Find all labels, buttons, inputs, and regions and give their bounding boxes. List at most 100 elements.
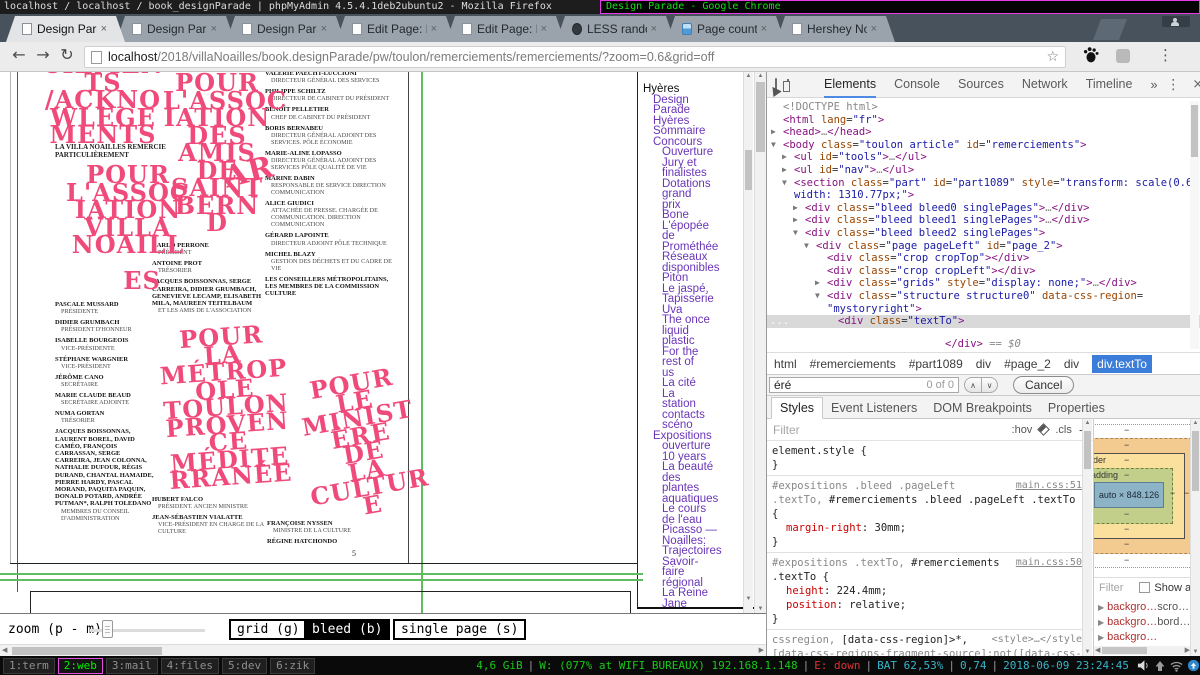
disclosure-triangle-icon[interactable]: ▼ [782, 177, 787, 190]
class-toggle[interactable]: .cls [1055, 424, 1072, 436]
browser-tab[interactable]: Design Parade× [116, 16, 235, 42]
browser-tab[interactable]: Design Parade× [226, 16, 345, 42]
extension-icon[interactable] [1116, 49, 1130, 63]
breadcrumb-item[interactable]: #remerciements [810, 357, 896, 371]
breadcrumb-item[interactable]: div [1064, 357, 1079, 371]
tab-close-icon[interactable]: × [211, 23, 217, 35]
browser-tab[interactable]: Hershey Noaill× [776, 16, 895, 42]
style-rule[interactable]: main.css:517#expositions .bleed .pageLef… [767, 476, 1093, 553]
horizontal-scrollbar[interactable]: ◀ ▶ [0, 644, 766, 656]
nav-link[interactable]: Picasso — Noailles: Trajectoires [643, 525, 742, 557]
tab-close-icon[interactable]: × [101, 23, 107, 35]
inspect-element-icon[interactable] [775, 78, 777, 92]
sidebar-tab-event-listeners[interactable]: Event Listeners [823, 398, 925, 418]
workspace-button[interactable]: 2:web [58, 658, 103, 674]
disclosure-triangle-icon[interactable]: ▶ [782, 164, 787, 177]
upload-arrow-icon[interactable] [1154, 660, 1166, 672]
nav-link[interactable]: Le jaspé, Tapisserie [643, 284, 742, 305]
chrome-window-title[interactable]: Design Parade - Google Chrome [600, 0, 1200, 14]
bleed-button[interactable]: bleed (b) [304, 619, 390, 640]
nav-link[interactable]: Réseaux disponibles [643, 252, 742, 273]
wifi-icon[interactable] [1170, 660, 1183, 672]
browser-tab[interactable]: LESS random n× [556, 16, 675, 42]
app-indicator-icon[interactable] [1187, 659, 1200, 672]
devtools-tab-timeline[interactable]: Timeline [1086, 72, 1133, 98]
sidebar-scrollbar[interactable]: ▲ ▼ [1190, 419, 1200, 656]
tab-close-icon[interactable]: × [431, 23, 437, 35]
tab-close-icon[interactable]: × [321, 23, 327, 35]
show-all-checkbox[interactable] [1139, 582, 1150, 593]
tab-close-icon[interactable]: × [871, 23, 877, 35]
tab-close-icon[interactable]: × [761, 23, 767, 35]
computed-filter-input[interactable]: Filter [1099, 582, 1123, 594]
nav-link[interactable]: Le cours de l'eau [643, 504, 742, 525]
firefox-window-title[interactable]: localhost / localhost / book_designParad… [0, 0, 600, 14]
color-format-icon[interactable] [1037, 423, 1050, 436]
grid-button[interactable]: grid (g) [229, 619, 308, 640]
browser-tab[interactable]: Edit Page: Rem× [446, 16, 565, 42]
browser-tab[interactable]: Page count and× [666, 16, 785, 42]
dom-tree-row[interactable]: ▼<div class="structure structure0" data-… [767, 290, 1200, 303]
workspace-button[interactable]: 1:term [3, 658, 55, 674]
dom-tree-row[interactable]: ▼<body class="toulon article" id="remerc… [767, 139, 1200, 152]
dom-tree-row[interactable]: ▶<div class="bleed bleed1 singlePages">…… [767, 214, 1200, 227]
dom-tree-row[interactable]: ▶<ul id="nav">…</ul> [767, 164, 1200, 177]
window-scrollbar[interactable]: ▲ ▼ [754, 72, 766, 613]
nav-scrollbar[interactable]: ▲ ▼ [743, 72, 753, 613]
tab-close-icon[interactable]: × [541, 23, 547, 35]
forward-icon[interactable]: → [32, 45, 54, 64]
dom-tree-row[interactable]: <div class="crop cropTop"></div> [767, 252, 1200, 265]
address-bar[interactable]: localhost/2018/villaNoailles/book.design… [84, 46, 1066, 68]
new-tab-button[interactable] [1093, 19, 1127, 40]
disclosure-triangle-icon[interactable]: ▼ [793, 227, 798, 240]
disclosure-triangle-icon[interactable]: ▼ [804, 240, 809, 253]
disclosure-triangle-icon[interactable]: ▼ [815, 290, 820, 303]
url-text[interactable]: localhost/2018/villaNoailles/book.design… [108, 50, 1046, 64]
nav-link[interactable]: Hyères [643, 84, 742, 95]
devtools-tab-elements[interactable]: Elements [824, 72, 876, 98]
styles-scrollbar[interactable]: ▲ ▼ [1082, 419, 1092, 656]
style-rule[interactable]: element.style {} [767, 441, 1093, 476]
back-icon[interactable]: ← [8, 45, 30, 64]
zoom-slider-handle[interactable] [102, 620, 113, 638]
nav-link[interactable]: L'épopée de Prométhée [643, 221, 742, 253]
dom-tree-row[interactable]: <!DOCTYPE html> [767, 101, 1200, 114]
workspace-button[interactable]: 4:files [161, 658, 219, 674]
sidebar-tab-dom-breakpoints[interactable]: DOM Breakpoints [925, 398, 1040, 418]
device-toolbar-icon[interactable] [787, 79, 789, 90]
workspace-button[interactable]: 3:mail [106, 658, 158, 674]
nav-link[interactable]: Jury et finalistes [643, 158, 742, 179]
single-page-button[interactable]: single page (s) [393, 619, 526, 640]
dom-tree-row[interactable]: ▶<div class="bleed bleed0 singlePages">…… [767, 202, 1200, 215]
style-rule[interactable]: <style>…</style>cssregion, [data-css-reg… [767, 630, 1093, 656]
devtools-menu-icon[interactable]: ⋮ [1166, 77, 1180, 93]
stylesheet-link[interactable]: <style>…</style> [992, 633, 1088, 647]
dom-tree-row[interactable]: width: 1310.77px;"> [767, 189, 1200, 202]
breadcrumb-selected[interactable]: div.textTo [1092, 355, 1152, 373]
workspace-button[interactable]: 5:dev [222, 658, 267, 674]
dom-tree-row[interactable]: ▶<head>…</head> [767, 126, 1200, 139]
browser-tab[interactable]: Edit Page: L'éro× [336, 16, 455, 42]
devtools-close-icon[interactable]: × [1192, 77, 1200, 92]
nav-link[interactable]: Piton [643, 273, 742, 284]
devtools-tab-sources[interactable]: Sources [958, 72, 1004, 98]
breadcrumb-item[interactable]: div [976, 357, 991, 371]
dom-tree-row[interactable]: "mystoryright"> [767, 303, 1200, 316]
volume-icon[interactable] [1137, 659, 1150, 672]
dom-tree-row[interactable]: ▼<div class="bleed bleed2 singlePages"> [767, 227, 1200, 240]
reload-icon[interactable]: ↻ [56, 45, 78, 64]
disclosure-triangle-icon[interactable]: ▼ [771, 139, 776, 152]
disclosure-triangle-icon[interactable]: ▶ [793, 202, 798, 215]
sidebar-tab-properties[interactable]: Properties [1040, 398, 1113, 418]
styles-filter-input[interactable]: Filter [773, 423, 800, 437]
computed-property-row[interactable]: ▶backgro…bord… [1094, 615, 1191, 630]
gnome-foot-icon[interactable] [1082, 46, 1100, 69]
nav-link[interactable]: Sommaire [643, 126, 742, 137]
breadcrumb-item[interactable]: html [774, 357, 797, 371]
disclosure-triangle-icon[interactable]: ▶ [793, 214, 798, 227]
dom-tree-row[interactable]: ▶<div class="grids" style="display: none… [767, 277, 1200, 290]
dom-tree-row[interactable]: ...<div class="textTo"> [767, 315, 1200, 328]
search-input[interactable]: éré 0 of 0 [769, 377, 959, 393]
dom-tree-row[interactable]: <div class="crop cropLeft"></div> [767, 265, 1200, 278]
disclosure-triangle-icon[interactable]: ▶ [815, 277, 820, 290]
